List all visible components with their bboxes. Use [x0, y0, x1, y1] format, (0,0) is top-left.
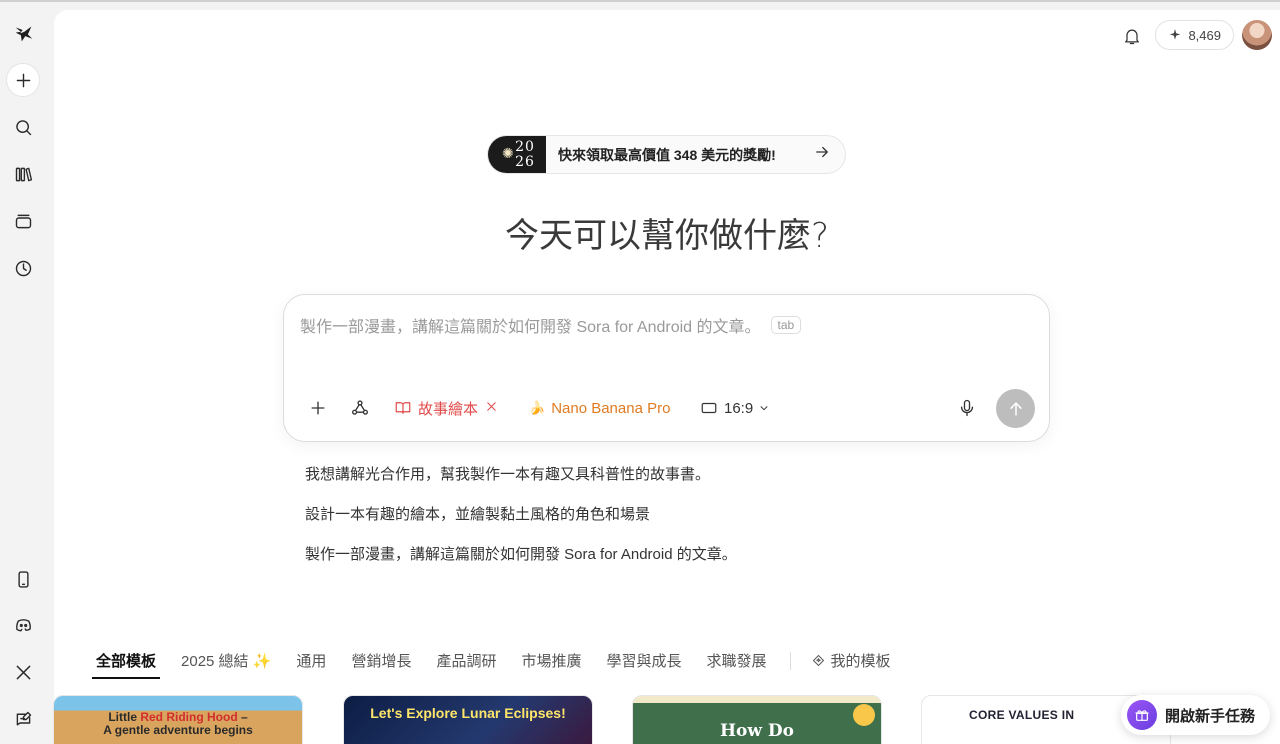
model-select-chip[interactable]: 🍌 Nano Banana Pro — [529, 391, 670, 425]
plus-icon — [311, 401, 325, 415]
tab-market-promotion[interactable]: 市場推廣 — [521, 642, 581, 679]
tab-general[interactable]: 通用 — [296, 642, 326, 679]
remove-storybook-icon[interactable] — [484, 399, 499, 418]
notification-bell-icon[interactable] — [1120, 24, 1144, 48]
template-card-title: How Do — [719, 721, 795, 741]
tab-2025-recap-label: 2025 總結 — [181, 653, 249, 670]
prompt-composer: 製作一部漫畫，講解這篇關於如何開發 Sora for Android 的文章。 … — [283, 294, 1050, 442]
aspect-ratio-icon — [701, 402, 717, 414]
prompt-input[interactable]: 製作一部漫畫，講解這篇關於如何開發 Sora for Android 的文章。 … — [300, 313, 960, 337]
prompt-placeholder: 製作一部漫畫，講解這篇關於如何開發 Sora for Android 的文章。 — [300, 319, 761, 336]
send-button[interactable] — [996, 389, 1035, 428]
promo-year-top: 20 — [515, 138, 535, 155]
storybook-mode-chip[interactable]: 故事繪本 — [394, 391, 499, 425]
history-icon[interactable] — [6, 251, 40, 285]
template-star-icon — [812, 655, 824, 666]
sparkles-icon: ✨ — [252, 653, 272, 670]
sparkle-icon — [1170, 29, 1181, 40]
arrow-up-icon — [1009, 401, 1022, 416]
prompt-suggestions: 我想講解光合作用，幫我製作一本有趣又具科普性的故事書。 設計一本有趣的繪本，並繪… — [305, 465, 737, 585]
card1-subtitle: A gentle adventure begins — [103, 723, 253, 737]
aspect-ratio-value: 16:9 — [724, 399, 754, 417]
promo-banner[interactable]: ✺ 20 26 快來領取最高價值 348 美元的獎勵! — [487, 135, 846, 174]
banana-icon: 🍌 — [529, 400, 546, 415]
gift-icon — [1127, 700, 1157, 730]
suggestion-item[interactable]: 我想講解光合作用，幫我製作一本有趣又具科普性的故事書。 — [305, 465, 737, 485]
suggestion-item[interactable]: 製作一部漫畫，講解這篇關於如何開發 Sora for Android 的文章。 — [305, 545, 737, 565]
tab-all-templates[interactable]: 全部模板 — [91, 642, 161, 679]
card1-title-red: Red Riding Hood — [140, 710, 238, 724]
left-sidebar — [0, 0, 52, 744]
suggestion-item[interactable]: 設計一本有趣的繪本，並繪製黏土風格的角色和場景 — [305, 505, 737, 525]
connectors-button[interactable] — [350, 391, 370, 425]
discord-icon[interactable] — [6, 608, 40, 642]
open-book-icon — [395, 402, 411, 414]
microphone-button[interactable] — [957, 391, 977, 425]
feedback-icon[interactable] — [6, 702, 40, 736]
sparkle-burst-icon: ✺ — [502, 146, 514, 162]
beginner-tasks-button[interactable]: 開啟新手任務 — [1121, 695, 1270, 735]
template-card[interactable]: Little Red Riding Hood – A gentle advent… — [53, 695, 303, 744]
new-task-button[interactable] — [6, 63, 40, 97]
tab-career[interactable]: 求職發展 — [707, 642, 767, 679]
template-card[interactable]: Let's Explore Lunar Eclipses! — [343, 695, 593, 744]
connector-nodes-icon — [352, 400, 369, 415]
template-card-title: Let's Explore Lunar Eclipses! — [370, 705, 566, 721]
promo-year-bottom: 26 — [515, 153, 535, 170]
sun-icon — [853, 704, 875, 726]
credits-button[interactable]: 8,469 — [1155, 20, 1234, 50]
card1-title-dash: – — [237, 710, 248, 724]
storybook-chip-label: 故事繪本 — [418, 400, 479, 418]
arrow-right-icon — [813, 143, 833, 166]
main-panel: 8,469 ✺ 20 26 快來領取最高價值 348 美元的獎勵! 今天可以幫你… — [54, 10, 1280, 744]
search-icon[interactable] — [6, 110, 40, 144]
model-chip-label: Nano Banana Pro — [551, 399, 671, 417]
chevron-down-icon — [759, 400, 769, 417]
aspect-ratio-select[interactable]: 16:9 — [700, 391, 769, 425]
x-twitter-icon[interactable] — [6, 655, 40, 689]
promo-text: 快來領取最高價值 348 美元的獎勵! — [558, 146, 776, 163]
template-card-title: Little Red Riding Hood – A gentle advent… — [54, 711, 302, 737]
tab-marketing-growth[interactable]: 營銷增長 — [351, 642, 411, 679]
credits-count: 8,469 — [1188, 27, 1221, 43]
tab-key-hint: tab — [770, 316, 802, 334]
tab-2025-recap[interactable]: 2025 總結 ✨ — [181, 642, 271, 679]
microphone-icon — [960, 399, 974, 417]
library-icon[interactable] — [6, 157, 40, 191]
mobile-app-icon[interactable] — [6, 562, 40, 596]
user-avatar[interactable] — [1242, 20, 1272, 50]
page-headline: 今天可以幫你做什麼? — [504, 216, 830, 256]
beginner-tasks-label: 開啟新手任務 — [1165, 707, 1256, 725]
tab-product-research[interactable]: 產品調研 — [436, 642, 496, 679]
template-card[interactable]: How Do — [632, 695, 882, 744]
window-top-border — [0, 0, 1280, 2]
promo-2026-badge: ✺ 20 26 — [488, 136, 546, 173]
projects-icon[interactable] — [6, 204, 40, 238]
add-attachment-button[interactable] — [308, 391, 328, 425]
template-gallery: Little Red Riding Hood – A gentle advent… — [53, 695, 1233, 744]
tab-my-templates[interactable]: 我的模板 — [811, 642, 891, 679]
card1-title-part: Little — [108, 710, 141, 724]
tab-divider — [789, 652, 791, 670]
tab-my-templates-label: 我的模板 — [830, 653, 891, 670]
template-category-tabs: 全部模板 2025 總結 ✨ 通用 營銷增長 產品調研 市場推廣 學習與成長 求… — [91, 642, 916, 680]
app-logo-icon[interactable] — [6, 16, 40, 50]
tab-learning-growth[interactable]: 學習與成長 — [606, 642, 681, 679]
